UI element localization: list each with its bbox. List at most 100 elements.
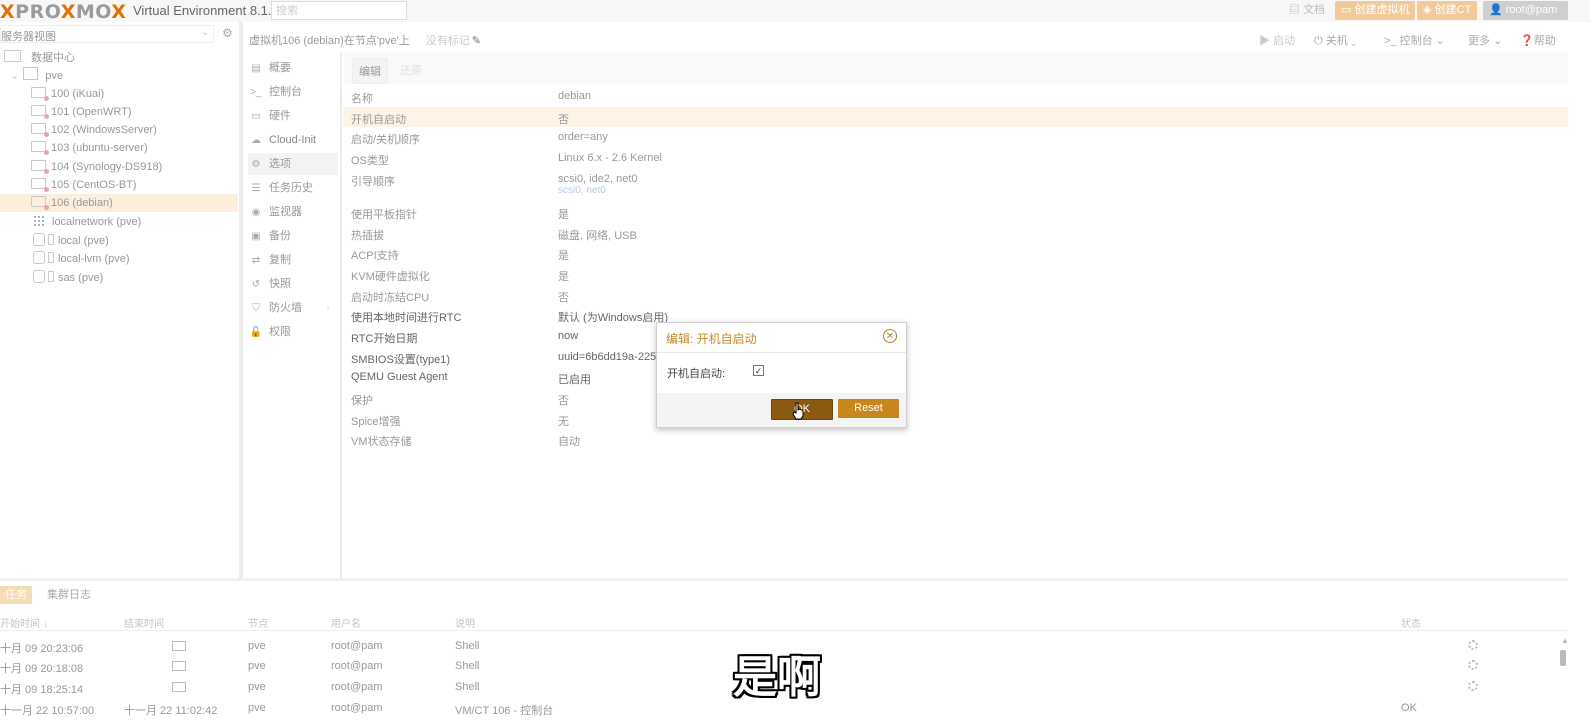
nav-hardware[interactable]: ▭ 硬件 — [248, 105, 338, 127]
monitor-icon — [172, 682, 186, 692]
column-header-user[interactable]: 用户名 — [331, 615, 361, 630]
option-row[interactable]: QEMU Guest Agent 已启用 — [343, 367, 1568, 387]
create-ct-button[interactable]: ◈ 创建CT — [1417, 1, 1478, 20]
monitor-icon: ▭ — [1341, 4, 1355, 16]
tree-storage-local[interactable]: local (pve) — [33, 232, 109, 250]
option-row[interactable]: VM状态存储 自动 — [343, 429, 1568, 449]
scroll-up-icon[interactable]: ▲ — [1561, 636, 1569, 645]
hand-cursor-icon — [792, 402, 804, 420]
dialog-header: 编辑: 开机自启动 ✕ — [657, 323, 906, 353]
column-header-desc[interactable]: 说明 — [455, 615, 475, 630]
option-row[interactable]: 使用平板指针是 — [343, 202, 1568, 222]
dialog-footer: OK Reset — [657, 393, 906, 427]
tree-vm-105[interactable]: 105 (CentOS-BT) — [31, 176, 137, 194]
spinner-icon — [1468, 660, 1478, 670]
nav-monitor[interactable]: ◉ 监视器 — [248, 201, 338, 223]
shutdown-button[interactable]: ⏻ 关机 ⌄ — [1314, 32, 1356, 48]
nav-cloud-init[interactable]: ☁ Cloud-Init — [248, 129, 338, 151]
dialog-title: 编辑: 开机自启动 — [666, 332, 757, 346]
nav-permissions[interactable]: 🔓 权限 — [248, 321, 338, 343]
tree-node-pve[interactable]: ⌄ pve — [10, 67, 63, 85]
book-icon: ▤ — [251, 63, 261, 74]
nav-firewall[interactable]: ⛉ 防火墙 › — [248, 297, 338, 319]
tree-vm-100[interactable]: 100 (iKuai) — [31, 85, 104, 103]
history-icon: ↺ — [251, 279, 261, 290]
help-icon: ❓ — [1520, 35, 1534, 47]
tree-vm-106[interactable]: 106 (debian) — [0, 194, 238, 212]
nav-console[interactable]: >_ 控制台 — [248, 81, 338, 103]
gear-icon: ⚙ — [251, 159, 261, 170]
panel-splitter[interactable] — [0, 578, 1568, 581]
user-icon: 👤 — [1489, 4, 1506, 16]
option-row[interactable]: Spice增强无 — [343, 409, 1568, 429]
column-header-start[interactable]: 开始时间 ↓ — [0, 615, 48, 630]
edit-button[interactable]: 编辑 — [352, 58, 388, 84]
floppy-icon: ▣ — [251, 231, 261, 242]
close-icon[interactable]: ✕ — [883, 329, 897, 343]
option-row[interactable]: 启动/关机顺序 order=any — [343, 127, 1568, 147]
tree-storage-sas[interactable]: sas (pve) — [33, 269, 103, 287]
start-button[interactable]: ▶ 启动 — [1259, 32, 1295, 48]
page-title: 虚拟机106 (debian)在节点'pve'上 没有标记 ✎ — [249, 35, 481, 47]
nav-snapshot[interactable]: ↺ 快照 — [248, 273, 338, 295]
console-button[interactable]: >_ 控制台 ⌄ — [1384, 32, 1445, 48]
autostart-checkbox[interactable]: ✓ — [753, 365, 764, 376]
create-vm-button[interactable]: ▭ 创建虚拟机 — [1335, 1, 1416, 20]
options-toolbar — [343, 52, 1568, 84]
help-button[interactable]: ❓帮助 — [1520, 32, 1556, 48]
nav-divider — [340, 52, 342, 578]
nav-options[interactable]: ⚙ 选项 — [248, 153, 338, 175]
storage-icon — [33, 251, 45, 264]
option-row[interactable]: OS类型 Linux 6.x - 2.6 Kernel — [343, 148, 1568, 168]
chevron-down-icon: ⌄ — [1493, 35, 1503, 47]
option-row[interactable]: 引导顺序 scsi0, ide2, net0 scsi0, net0 — [343, 169, 1568, 201]
nav-task-history[interactable]: ☰ 任务历史 — [248, 177, 338, 199]
nav-summary[interactable]: ▤ 概要 — [248, 57, 338, 79]
tab-cluster-log[interactable]: 集群日志 — [42, 586, 96, 604]
reset-button[interactable]: Reset — [838, 399, 899, 418]
nav-replication[interactable]: ⇄ 复制 — [248, 249, 338, 271]
tree-splitter[interactable] — [239, 22, 243, 578]
tree-datacenter[interactable]: 数据中心 — [4, 49, 75, 67]
column-header-node[interactable]: 节点 — [248, 615, 268, 630]
terminal-icon: >_ — [1384, 35, 1400, 47]
user-menu[interactable]: 👤 root@pam ﹀ — [1483, 1, 1568, 35]
docs-button[interactable]: ▤ 文档 — [1283, 1, 1332, 20]
chevron-down-icon: ⌄ — [1350, 35, 1357, 47]
pencil-icon[interactable]: ✎ — [472, 35, 481, 47]
option-row[interactable]: ACPI支持是 — [343, 243, 1568, 263]
tree-toggle-icon: ⌄ — [10, 70, 20, 82]
view-selector[interactable]: 服务器视图 ⌄ — [0, 25, 214, 43]
option-row[interactable]: 开机自启动否 — [343, 107, 1568, 127]
option-row[interactable]: 热插拔 磁盘, 网络, USB — [343, 223, 1568, 243]
more-button[interactable]: 更多 ⌄ — [1468, 32, 1502, 48]
version-label: Virtual Environment 8.1.4 — [133, 3, 279, 18]
tree-vm-102[interactable]: 102 (WindowsServer) — [31, 121, 157, 139]
vm-icon — [31, 178, 49, 192]
vm-icon — [31, 141, 49, 155]
tree-vm-104[interactable]: 104 (Synology-DS918) — [31, 158, 162, 176]
option-row[interactable]: RTC开始日期 now — [343, 326, 1568, 346]
option-row[interactable]: 保护否 — [343, 388, 1568, 408]
nav-backup[interactable]: ▣ 备份 — [248, 225, 338, 247]
option-row[interactable]: 启动时冻结CPU 否 — [343, 285, 1568, 305]
tree-network[interactable]: localnetwork (pve) — [33, 213, 141, 231]
tab-tasks[interactable]: 任务 — [0, 586, 32, 604]
revert-button[interactable]: 还原 — [400, 62, 422, 78]
option-row[interactable]: SMBIOS设置(type1) uuid=6b6dd19a-225c — [343, 347, 1568, 367]
option-row[interactable]: 使用本地时间进行RTC 默认 (为Windows启用) — [343, 305, 1568, 325]
column-header-status[interactable]: 状态 — [1401, 615, 1421, 630]
option-row[interactable]: 名称 debian — [343, 86, 1568, 106]
search-input[interactable]: 搜索 — [271, 1, 407, 20]
option-row[interactable]: KVM硬件虚拟化是 — [343, 264, 1568, 284]
column-header-end[interactable]: 结束时间 — [124, 615, 164, 630]
retweet-icon: ⇄ — [251, 255, 261, 266]
tree-vm-101[interactable]: 101 (OpenWRT) — [31, 103, 132, 121]
status-icon — [48, 234, 54, 245]
top-bar: XPROXMOX Virtual Environment 8.1.4 搜索 ▤ … — [0, 0, 1590, 35]
gear-icon[interactable]: ⚙ — [222, 26, 233, 40]
tree-vm-103[interactable]: 103 (ubuntu-server) — [31, 139, 148, 157]
spinner-icon — [1468, 640, 1478, 650]
scrollbar-thumb[interactable] — [1560, 650, 1566, 666]
tree-storage-local-lvm[interactable]: local-lvm (pve) — [33, 250, 130, 268]
